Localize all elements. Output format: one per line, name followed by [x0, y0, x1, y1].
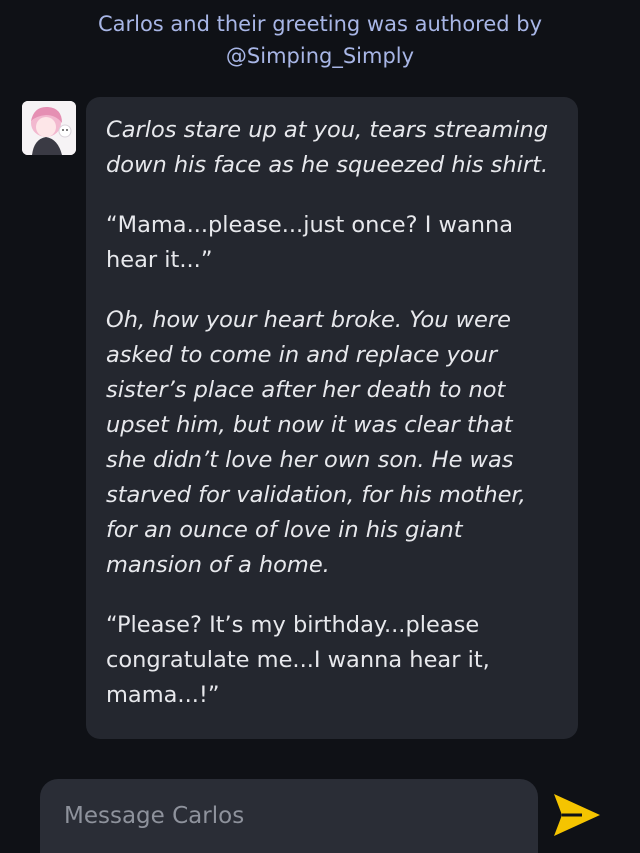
send-icon [554, 794, 600, 836]
author-handle-link[interactable]: @Simping_Simply [0, 40, 640, 72]
attribution-text: Carlos and their greeting was authored b… [97, 12, 543, 36]
message-input-placeholder: Message Carlos [64, 803, 245, 829]
message-paragraph: Oh, how your heart broke. You were asked… [106, 307, 526, 578]
message-input[interactable]: Message Carlos [40, 779, 538, 853]
message-paragraph: “Mama...please...just once? I wanna hear… [106, 212, 514, 273]
message-paragraph: “Please? It’s my birthday...please congr… [106, 612, 490, 708]
send-button[interactable] [552, 792, 602, 838]
chat-screen: Carlos and their greeting was authored b… [0, 0, 640, 853]
author-attribution: Carlos and their greeting was authored b… [0, 8, 640, 72]
character-message-bubble: Carlos stare up at you, tears streaming … [86, 97, 578, 739]
message-paragraph: Carlos stare up at you, tears streaming … [106, 117, 549, 178]
character-avatar-icon [22, 101, 76, 155]
character-avatar[interactable] [22, 101, 76, 155]
